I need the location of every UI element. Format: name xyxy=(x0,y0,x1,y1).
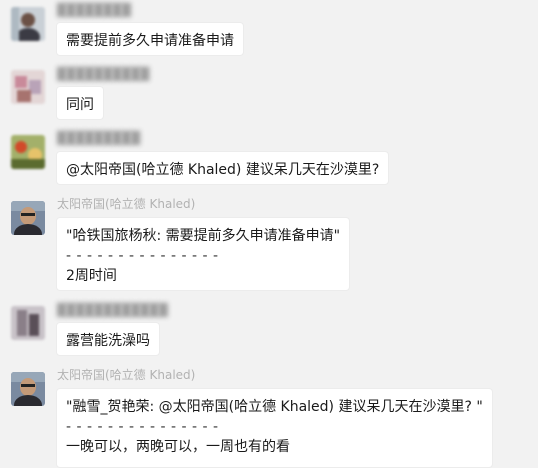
avatar[interactable] xyxy=(11,372,45,406)
sender-name-redacted: █████████ xyxy=(57,131,141,145)
quoted-message: "哈铁国旅杨秋: 需要提前多久申请准备申请" xyxy=(66,228,341,244)
message-bubble[interactable]: 同问 xyxy=(56,86,104,120)
avatar[interactable] xyxy=(11,135,45,169)
message-text: 2周时间 xyxy=(66,268,117,284)
sender-name: 太阳帝国(哈立德 Khaled) xyxy=(57,197,196,211)
sender-name: 太阳帝国(哈立德 Khaled) xyxy=(57,368,196,382)
quote-divider: - - - - - - - - - - - - - - - xyxy=(66,419,219,435)
sender-name-redacted: ██████████ xyxy=(57,67,150,81)
message-bubble[interactable]: "哈铁国旅杨秋: 需要提前多久申请准备申请" - - - - - - - - -… xyxy=(56,217,351,291)
message-bubble[interactable]: @太阳帝国(哈立德 Khaled) 建议呆几天在沙漠里? xyxy=(56,151,390,185)
message-text: @太阳帝国(哈立德 Khaled) 建议呆几天在沙漠里? xyxy=(66,162,380,178)
message-bubble[interactable]: 露营能洗澡吗 xyxy=(56,322,160,356)
avatar[interactable] xyxy=(11,7,45,41)
message-text: 同问 xyxy=(66,97,94,113)
avatar[interactable] xyxy=(11,201,45,235)
quote-divider: - - - - - - - - - - - - - - - xyxy=(66,248,219,264)
sender-name-redacted: ████████████ xyxy=(57,303,168,317)
message-text: 一晚可以，两晚可以，一周也有的看 xyxy=(66,439,290,455)
quoted-message: "融雪_贺艳荣: @太阳帝国(哈立德 Khaled) 建议呆几天在沙漠里? " xyxy=(66,399,483,415)
avatar[interactable] xyxy=(11,70,45,104)
message-bubble[interactable]: 需要提前多久申请准备申请 xyxy=(56,22,244,56)
message-text: 露营能洗澡吗 xyxy=(66,333,150,349)
avatar[interactable] xyxy=(11,306,45,340)
sender-name-redacted: ████████ xyxy=(57,3,131,17)
message-text: 需要提前多久申请准备申请 xyxy=(66,33,234,49)
message-bubble[interactable]: "融雪_贺艳荣: @太阳帝国(哈立德 Khaled) 建议呆几天在沙漠里? " … xyxy=(56,388,493,468)
